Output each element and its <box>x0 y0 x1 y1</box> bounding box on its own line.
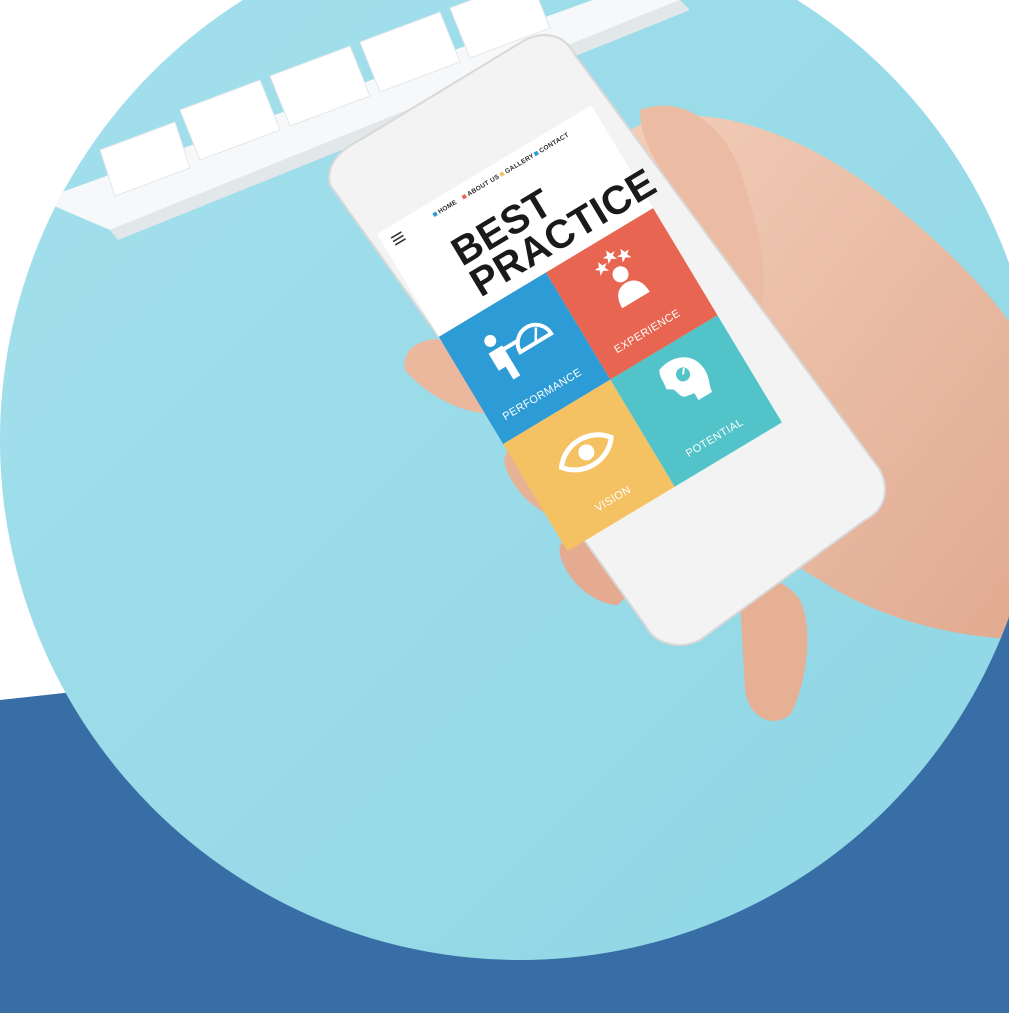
scene-canvas: HOME ABOUT US GALLERY CONTACT BEST PRACT… <box>0 0 1009 1013</box>
photo-scene: HOME ABOUT US GALLERY CONTACT BEST PRACT… <box>0 0 1009 1013</box>
